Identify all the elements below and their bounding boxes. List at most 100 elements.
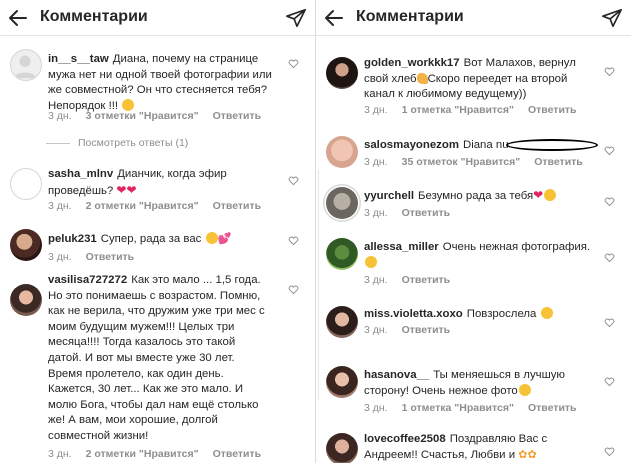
- flower-emoji-icon: ✿✿: [518, 448, 537, 461]
- avatar[interactable]: [10, 284, 42, 316]
- avatar[interactable]: [326, 187, 358, 219]
- avatar[interactable]: [10, 168, 42, 200]
- comment-likes[interactable]: 1 отметка "Нравится": [402, 402, 514, 414]
- comment-username[interactable]: peluk231: [48, 233, 97, 245]
- comment-time: 3 дн.: [48, 200, 72, 212]
- comment-text: Супер, рада за вас: [100, 233, 202, 245]
- comment-likes[interactable]: 2 отметки "Нравится": [86, 448, 199, 460]
- heart-outline-icon[interactable]: [604, 196, 615, 207]
- comment-username[interactable]: yyurchell: [364, 190, 414, 202]
- comment-time: 3 дн.: [364, 402, 388, 414]
- comment-time: 3 дн.: [364, 156, 388, 168]
- comment-time: 3 дн.: [364, 274, 388, 286]
- heart-outline-icon[interactable]: [604, 376, 615, 387]
- comment-meta: 3 дн. Ответить: [364, 274, 464, 286]
- heart-outline-icon[interactable]: [288, 235, 299, 246]
- replies-line: [46, 142, 70, 144]
- reply-button[interactable]: Ответить: [213, 110, 262, 122]
- heart-outline-icon[interactable]: [288, 175, 299, 186]
- comment-meta: 3 дн. 2 отметки "Нравится" Ответить: [48, 448, 275, 460]
- heart-outline-icon[interactable]: [604, 317, 615, 328]
- comment-username[interactable]: sasha_mlnv: [48, 168, 113, 180]
- comment-text: Diana nu: [462, 139, 509, 151]
- send-icon[interactable]: [285, 7, 307, 29]
- comment-username[interactable]: hasanova__: [364, 369, 429, 381]
- reply-button[interactable]: Ответить: [86, 251, 135, 263]
- avatar[interactable]: [326, 366, 358, 398]
- avatar[interactable]: [326, 136, 358, 168]
- comment-text: Повзрослела: [466, 308, 537, 320]
- reply-button[interactable]: Ответить: [402, 274, 451, 286]
- blush-emoji-icon: [540, 307, 553, 319]
- comment-meta: 3 дн. 1 отметка "Нравится" Ответить: [364, 104, 591, 116]
- red-heart-emoji-icon: ❤❤: [116, 182, 137, 197]
- reply-button[interactable]: Ответить: [402, 324, 451, 336]
- heart-outline-icon[interactable]: [288, 58, 299, 69]
- avatar[interactable]: [326, 433, 358, 463]
- comment-username[interactable]: allessa_miller: [364, 241, 439, 253]
- comment-likes[interactable]: 2 отметки "Нравится": [86, 200, 199, 212]
- view-replies-label: Посмотреть ответы (1): [78, 137, 189, 149]
- send-icon[interactable]: [601, 7, 623, 29]
- comment-meta: 3 дн. 2 отметки "Нравится" Ответить: [48, 200, 275, 212]
- comment-time: 3 дн.: [48, 448, 72, 460]
- reply-button[interactable]: Ответить: [213, 448, 262, 460]
- reply-button[interactable]: Ответить: [213, 200, 262, 212]
- comment-time: 3 дн.: [364, 207, 388, 219]
- reply-button[interactable]: Ответить: [534, 156, 583, 168]
- comment-username[interactable]: lovecoffee2508: [364, 433, 446, 445]
- comment-username[interactable]: miss.violetta.xoxo: [364, 308, 463, 320]
- heart-outline-icon[interactable]: [288, 284, 299, 295]
- redaction-oval: [506, 139, 598, 151]
- avatar[interactable]: [326, 57, 358, 89]
- thinking-emoji-icon: [122, 98, 135, 111]
- back-arrow-icon[interactable]: [6, 6, 30, 30]
- comment-username[interactable]: salosmayonezom: [364, 139, 459, 151]
- avatar[interactable]: [326, 306, 358, 338]
- right-panel: Комментарии golden_workkk17 Вот Малахов, …: [316, 0, 631, 463]
- comment-meta: 3 дн. Ответить: [364, 207, 464, 219]
- avatar[interactable]: [10, 229, 42, 261]
- header: Комментарии: [0, 0, 315, 36]
- comment-time: 3 дн.: [48, 251, 72, 263]
- reply-button[interactable]: Ответить: [528, 402, 577, 414]
- heart-outline-icon[interactable]: [604, 145, 615, 156]
- comment-text: Как это мало ... 1,5 года. Но это понима…: [48, 274, 265, 442]
- sparkle-heart-emoji-icon: 💕: [217, 233, 232, 245]
- avatar[interactable]: [10, 49, 42, 81]
- smile-emoji-icon: [365, 255, 377, 268]
- kiss-emoji-icon: [518, 383, 531, 396]
- comment-text: Безумно рада за тебя: [418, 190, 534, 202]
- heart-outline-icon[interactable]: [604, 66, 615, 77]
- smile-emoji-icon: [544, 189, 557, 201]
- comment-meta: 3 дн. 3 отметки "Нравится" Ответить: [48, 110, 275, 122]
- page-title: Комментарии: [356, 8, 464, 25]
- comment-likes[interactable]: 3 отметки "Нравится": [86, 110, 199, 122]
- comment-time: 3 дн.: [364, 104, 388, 116]
- comment-username[interactable]: golden_workkk17: [364, 57, 460, 69]
- header: Комментарии: [316, 0, 631, 36]
- comment-likes[interactable]: 35 отметок "Нравится": [402, 156, 521, 168]
- heart-outline-icon[interactable]: [604, 252, 615, 263]
- smile-emoji-icon: [205, 232, 218, 244]
- back-arrow-icon[interactable]: [322, 6, 346, 30]
- comment-time: 3 дн.: [364, 324, 388, 336]
- comment-time: 3 дн.: [48, 110, 72, 122]
- comment-text: Очень нежная фотография.: [442, 241, 591, 253]
- comment-meta: 3 дн. 35 отметок "Нравится" Ответить: [364, 156, 597, 168]
- comment-likes[interactable]: 1 отметка "Нравится": [402, 104, 514, 116]
- page-title: Комментарии: [40, 8, 148, 25]
- muscle-emoji-icon: [416, 72, 428, 84]
- comment-username[interactable]: vasilisa727272: [48, 274, 127, 286]
- comment-username[interactable]: in__s__taw: [48, 53, 109, 65]
- reply-button[interactable]: Ответить: [528, 104, 577, 116]
- comment-meta: 3 дн. Ответить: [48, 251, 148, 263]
- view-replies-button[interactable]: Посмотреть ответы (1): [46, 137, 188, 149]
- heart-outline-icon[interactable]: [604, 446, 615, 457]
- left-panel: Комментарии in__s__taw Диана, почему на с…: [0, 0, 315, 463]
- reply-thread-line: [318, 170, 319, 400]
- avatar[interactable]: [326, 238, 358, 270]
- comment-meta: 3 дн. 1 отметка "Нравится" Ответить: [364, 402, 591, 414]
- reply-button[interactable]: Ответить: [402, 207, 451, 219]
- red-heart-emoji-icon: ❤: [533, 188, 544, 202]
